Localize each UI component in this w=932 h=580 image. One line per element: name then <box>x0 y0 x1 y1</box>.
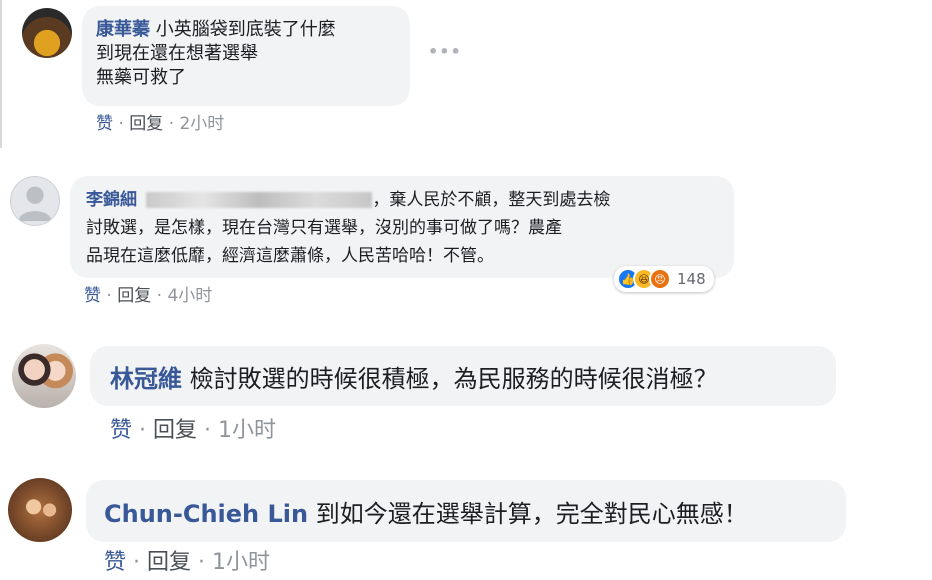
reaction-count: 148 <box>677 270 706 288</box>
comment-author[interactable]: 林冠維 <box>110 365 182 393</box>
separator: · <box>168 114 180 134</box>
comment-text-line: 小英腦袋到底裝了什麼 <box>155 19 336 40</box>
separator: · <box>133 550 148 575</box>
reply-link[interactable]: 回复 <box>129 114 163 134</box>
angry-reaction-icon: 😠 <box>649 268 671 290</box>
comment-text: 檢討敗選的時候很積極，為民服務的時候很消極？ <box>189 364 718 393</box>
comment-text-line: 無藥可救了 <box>96 67 186 88</box>
comment-actions: 赞 · 回复 · 2小时 <box>96 109 224 134</box>
separator: · <box>118 114 130 134</box>
separator: · <box>139 418 154 443</box>
comment-author[interactable]: 康華蓁 <box>96 19 150 40</box>
comment-bubble: 李錦細 ，棄人民於不顧，整天到處去檢 討敗選，是怎樣，現在台灣只有選舉，沒別的事… <box>70 176 734 278</box>
reply-link[interactable]: 回复 <box>153 418 197 443</box>
timestamp[interactable]: 1小时 <box>218 418 276 443</box>
thread-line <box>0 0 2 148</box>
comment-bubble: 林冠維 檢討敗選的時候很積極，為民服務的時候很消極？ <box>90 346 836 406</box>
separator: · <box>156 286 168 306</box>
comment-actions: 赞 · 回复 · 4小时 <box>84 281 212 306</box>
comment-bubble: Chun-Chieh Lin 到如今還在選舉計算，完全對民心無感！ <box>86 480 846 542</box>
comment-text-line: 品現在這麼低靡，經濟這麼蕭條，人民苦哈哈！不管。 <box>86 246 494 266</box>
comment-actions: 赞 · 回复 · 1小时 <box>104 544 270 576</box>
reply-link[interactable]: 回复 <box>147 550 191 575</box>
like-link[interactable]: 赞 <box>96 114 113 134</box>
blurred-text <box>146 192 373 208</box>
timestamp[interactable]: 2小时 <box>179 114 224 134</box>
timestamp[interactable]: 4小时 <box>167 286 212 306</box>
reply-link[interactable]: 回复 <box>117 286 151 306</box>
comment-actions: 赞 · 回复 · 1小时 <box>110 412 276 444</box>
like-link[interactable]: 赞 <box>84 286 101 306</box>
avatar-placeholder-icon[interactable] <box>10 176 60 226</box>
like-link[interactable]: 赞 <box>110 418 132 443</box>
timestamp[interactable]: 1小时 <box>212 550 270 575</box>
more-horizontal-icon[interactable]: ••• <box>428 42 462 61</box>
comment-author[interactable]: Chun-Chieh Lin <box>104 500 308 528</box>
comment-author[interactable]: 李錦細 <box>86 190 137 210</box>
separator: · <box>198 550 213 575</box>
reactions-summary[interactable]: 👍 😆 😠 148 <box>614 266 714 292</box>
comment-text-line: 到現在還在想著選舉 <box>96 43 258 64</box>
separator: · <box>204 418 219 443</box>
avatar[interactable] <box>8 478 72 542</box>
person-silhouette-icon <box>18 186 52 222</box>
avatar[interactable] <box>12 344 76 408</box>
comment-text-line: 討敗選，是怎樣，現在台灣只有選舉，沒別的事可做了嗎？農產 <box>86 218 562 238</box>
avatar[interactable] <box>22 8 72 58</box>
comment-text: 到如今還在選舉計算，完全對民心無感！ <box>315 499 748 528</box>
comment-bubble: 康華蓁 小英腦袋到底裝了什麼 到現在還在想著選舉 無藥可救了 <box>82 6 410 106</box>
comment-text-line: ，棄人民於不顧，整天到處去檢 <box>372 190 611 210</box>
like-link[interactable]: 赞 <box>104 550 126 575</box>
separator: · <box>106 286 118 306</box>
